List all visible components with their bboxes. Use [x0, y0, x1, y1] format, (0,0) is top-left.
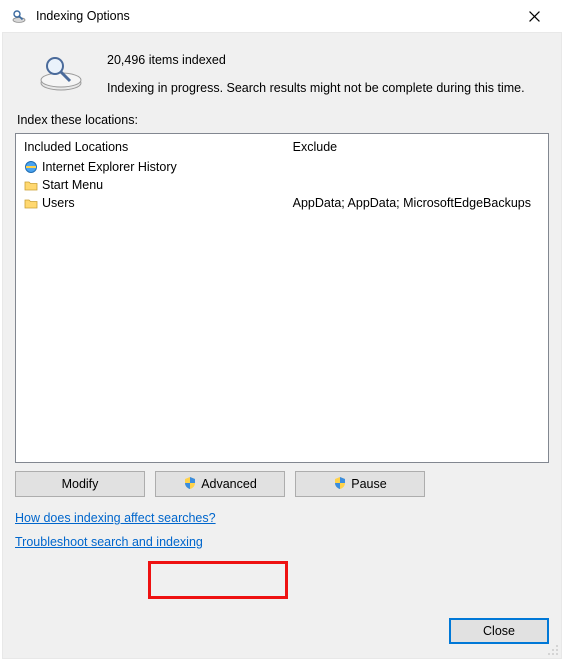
list-item[interactable]: Start Menu [16, 176, 285, 194]
list-item-label: Start Menu [42, 178, 103, 192]
shield-icon [183, 476, 197, 493]
included-locations-header: Included Locations [16, 134, 285, 158]
index-locations-label: Index these locations: [17, 113, 549, 127]
list-item[interactable]: Internet Explorer History [16, 158, 285, 176]
indexing-progress-message: Indexing in progress. Search results mig… [107, 81, 549, 95]
button-label: Modify [62, 477, 99, 491]
exclude-value [285, 158, 548, 176]
pause-button[interactable]: Pause [295, 471, 425, 497]
indexing-big-icon [15, 51, 107, 95]
resize-grip-icon[interactable] [545, 642, 559, 656]
exclude-value [285, 176, 548, 194]
list-item-label: Users [42, 196, 75, 210]
shield-icon [333, 476, 347, 493]
window-title: Indexing Options [36, 9, 512, 23]
ie-icon [22, 159, 40, 175]
highlight-annotation [148, 561, 288, 599]
help-link-how-indexing[interactable]: How does indexing affect searches? [15, 511, 216, 525]
button-label: Close [483, 624, 515, 638]
advanced-button[interactable]: Advanced [155, 471, 285, 497]
close-button[interactable]: Close [449, 618, 549, 644]
locations-list[interactable]: Included Locations Internet Explorer His… [15, 133, 549, 463]
modify-button[interactable]: Modify [15, 471, 145, 497]
list-item[interactable]: Users [16, 194, 285, 212]
close-icon [529, 11, 540, 22]
folder-icon [22, 195, 40, 211]
button-label: Advanced [201, 477, 257, 491]
titlebar: Indexing Options [0, 0, 564, 32]
list-item-label: Internet Explorer History [42, 160, 177, 174]
window-close-button[interactable] [512, 1, 556, 31]
dialog-content: 20,496 items indexed Indexing in progres… [2, 32, 562, 659]
indexing-options-icon [10, 7, 28, 25]
help-link-troubleshoot[interactable]: Troubleshoot search and indexing [15, 535, 203, 549]
exclude-header: Exclude [285, 134, 548, 158]
exclude-value: AppData; AppData; MicrosoftEdgeBackups [285, 194, 548, 212]
folder-icon [22, 177, 40, 193]
button-label: Pause [351, 477, 386, 491]
button-row: Modify Advanced Pause [15, 471, 549, 497]
status-area: 20,496 items indexed Indexing in progres… [15, 51, 549, 95]
items-indexed-count: 20,496 items indexed [107, 53, 549, 67]
